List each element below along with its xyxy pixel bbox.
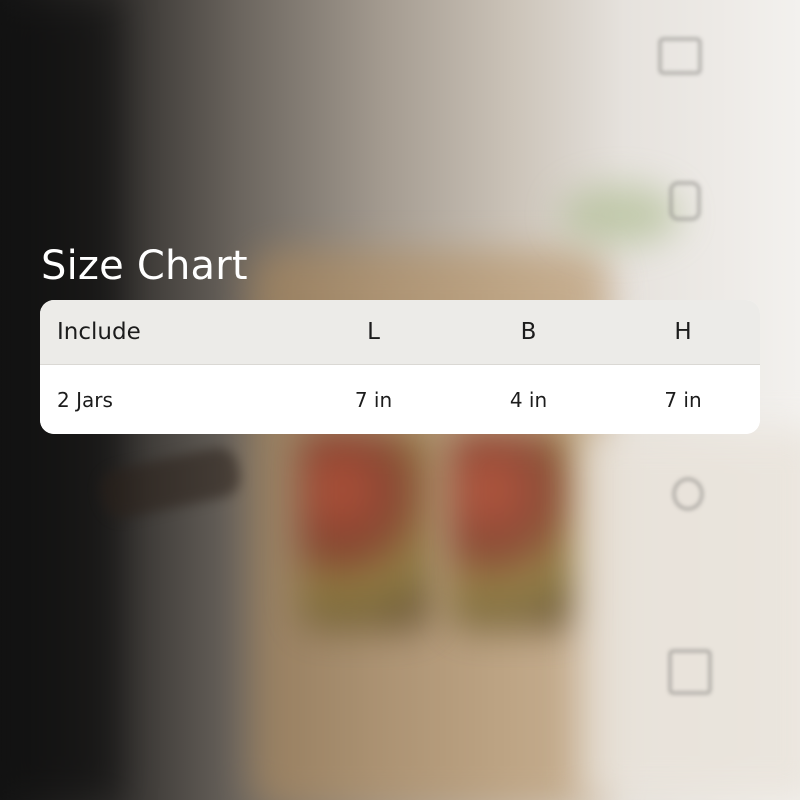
table-row: 2 Jars 7 in 4 in 7 in — [40, 365, 760, 434]
cell-include: 2 Jars — [57, 388, 113, 412]
header-height: H — [674, 319, 692, 345]
cell-length: 7 in — [354, 388, 393, 412]
size-table: Include L B H 2 Jars 7 in 4 in 7 in — [40, 300, 760, 434]
header-breadth: B — [520, 319, 537, 345]
feature-blur-2 — [625, 182, 745, 224]
feature-blur-3 — [618, 478, 758, 514]
jar-blur-left — [300, 430, 430, 630]
cell-height: 7 in — [664, 388, 702, 412]
spoon-icon — [673, 478, 703, 510]
jar-icon — [670, 182, 700, 220]
magnet-icon — [659, 38, 701, 74]
page-title: Size Chart — [41, 243, 248, 289]
header-length: L — [367, 319, 380, 345]
cell-breadth: 4 in — [509, 388, 548, 412]
header-include: Include — [57, 319, 141, 345]
jar-blur-right — [450, 430, 580, 630]
feature-blur-4 — [590, 650, 790, 698]
feature-blur-1 — [610, 38, 750, 78]
box-icon — [669, 650, 711, 694]
table-header-row: Include L B H — [40, 300, 760, 365]
